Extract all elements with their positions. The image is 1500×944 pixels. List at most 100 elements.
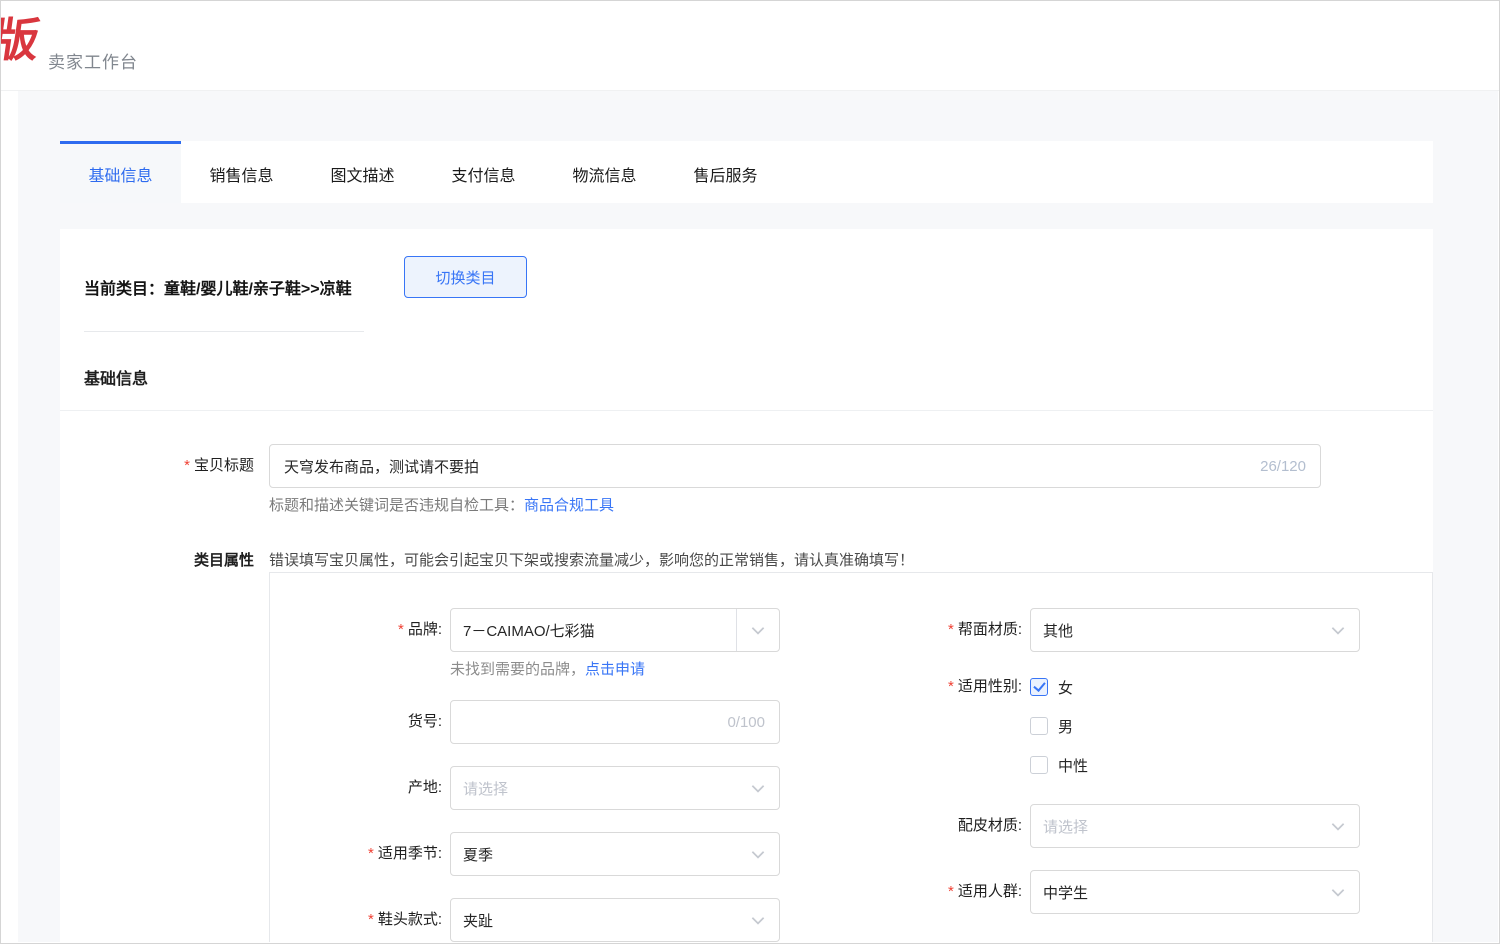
chevron-down-icon xyxy=(749,779,767,797)
origin-field: 产地: 请选择 xyxy=(270,766,790,810)
tab-basic-info[interactable]: 基础信息 xyxy=(60,141,181,203)
tab-sales-info[interactable]: 销售信息 xyxy=(181,141,302,203)
item-no-counter: 0/100 xyxy=(727,714,765,731)
brand-helper-line: 未找到需要的品牌，点击申请 xyxy=(450,660,790,680)
gender-option-label: 中性 xyxy=(1058,755,1088,776)
compliance-tool-link[interactable]: 商品合规工具 xyxy=(524,497,614,514)
target-group-select-value: 中学生 xyxy=(1043,882,1317,903)
chevron-down-icon xyxy=(1329,883,1347,901)
tab-logistics-info[interactable]: 物流信息 xyxy=(544,141,665,203)
workbench-title: 卖家工作台 xyxy=(48,48,138,73)
toe-style-select-value: 夹趾 xyxy=(463,910,737,931)
required-marker: * xyxy=(368,911,374,928)
leather-material-select[interactable]: 请选择 xyxy=(1030,804,1360,848)
chevron-down-icon xyxy=(1329,817,1347,835)
leather-material-label: 配皮材质: xyxy=(850,804,1022,848)
site-logo: 版 xyxy=(1,1,43,91)
toe-style-label-text: 鞋头款式: xyxy=(378,911,442,928)
tab-payment-info[interactable]: 支付信息 xyxy=(423,141,544,203)
checkbox-icon[interactable] xyxy=(1030,678,1048,696)
title-input[interactable]: 天穹发布商品，测试请不要拍 26/120 xyxy=(269,444,1321,488)
switch-category-button[interactable]: 切换类目 xyxy=(404,256,527,298)
season-select[interactable]: 夏季 xyxy=(450,832,780,876)
season-label-text: 适用季节: xyxy=(378,845,442,862)
required-marker: * xyxy=(184,457,190,474)
title-char-counter: 26/120 xyxy=(1260,458,1306,475)
title-label-text: 宝贝标题 xyxy=(194,457,254,474)
toe-style-select[interactable]: 夹趾 xyxy=(450,898,780,942)
required-marker: * xyxy=(948,678,954,695)
brand-label-text: 品牌: xyxy=(408,621,442,638)
title-input-value: 天穹发布商品，测试请不要拍 xyxy=(284,456,1250,477)
current-category-label: 当前类目：童鞋/婴儿鞋/亲子鞋>>凉鞋 xyxy=(84,279,352,301)
upper-material-field: *帮面材质: 其他 xyxy=(850,608,1370,652)
target-group-select[interactable]: 中学生 xyxy=(1030,870,1360,914)
tab-description[interactable]: 图文描述 xyxy=(302,141,423,203)
gender-field: *适用性别: 女 xyxy=(850,674,1370,778)
brand-select-arrow-zone[interactable] xyxy=(736,609,779,651)
required-marker: * xyxy=(948,621,954,638)
target-group-field: *适用人群: 中学生 xyxy=(850,870,1370,914)
title-field-label: *宝贝标题 xyxy=(84,444,254,516)
required-marker: * xyxy=(398,621,404,638)
chevron-down-icon xyxy=(1329,621,1347,639)
gender-option-label: 女 xyxy=(1058,677,1073,698)
item-no-label: 货号: xyxy=(270,700,442,744)
brand-field: *品牌: 7－CAIMAO/七彩猫 xyxy=(270,608,790,652)
attributes-box: *品牌: 7－CAIMAO/七彩猫 xyxy=(269,572,1433,942)
title-field-row: *宝贝标题 天穹发布商品，测试请不要拍 26/120 标题和描述关键词是否违规自… xyxy=(84,444,1433,516)
gender-checkbox-group: 女 男 中性 xyxy=(1030,674,1088,778)
attributes-warning: 错误填写宝贝属性，可能会引起宝贝下架或搜索流量减少，影响您的正常销售，请认真准确… xyxy=(269,550,1433,572)
basic-info-form: *宝贝标题 天穹发布商品，测试请不要拍 26/120 标题和描述关键词是否违规自… xyxy=(60,444,1433,942)
gender-checkbox-male[interactable]: 男 xyxy=(1030,713,1088,739)
item-no-field: 货号: 0/100 xyxy=(270,700,790,744)
upper-material-select-value: 其他 xyxy=(1043,620,1317,641)
brand-apply-link[interactable]: 点击申请 xyxy=(585,661,645,678)
chevron-down-icon xyxy=(749,845,767,863)
upper-material-label: *帮面材质: xyxy=(850,608,1022,652)
required-marker: * xyxy=(948,883,954,900)
season-field: *适用季节: 夏季 xyxy=(270,832,790,876)
upper-material-select[interactable]: 其他 xyxy=(1030,608,1360,652)
gender-checkbox-female[interactable]: 女 xyxy=(1030,674,1088,700)
chevron-down-icon xyxy=(749,911,767,929)
attributes-label: 类目属性 xyxy=(84,550,254,942)
brand-select[interactable]: 7－CAIMAO/七彩猫 xyxy=(450,608,780,652)
attributes-left-column: *品牌: 7－CAIMAO/七彩猫 xyxy=(270,608,790,942)
origin-select-placeholder: 请选择 xyxy=(463,778,737,799)
checkbox-icon[interactable] xyxy=(1030,756,1048,774)
compliance-helper-line: 标题和描述关键词是否违规自检工具：商品合规工具 xyxy=(269,496,1321,516)
item-no-input[interactable]: 0/100 xyxy=(450,700,780,744)
seller-workbench-page: 版 卖家工作台 基础信息 销售信息 图文描述 支付信息 物流信息 售后服务 当前… xyxy=(0,0,1500,944)
season-select-value: 夏季 xyxy=(463,844,737,865)
toe-style-field: *鞋头款式: 夹趾 xyxy=(270,898,790,942)
attributes-row: 类目属性 错误填写宝贝属性，可能会引起宝贝下架或搜索流量减少，影响您的正常销售，… xyxy=(84,550,1433,942)
gender-label-text: 适用性别: xyxy=(958,678,1022,695)
tab-bar: 基础信息 销售信息 图文描述 支付信息 物流信息 售后服务 xyxy=(60,141,1433,203)
gender-label: *适用性别: xyxy=(850,674,1022,778)
brand-helper-text: 未找到需要的品牌， xyxy=(450,661,585,678)
origin-select[interactable]: 请选择 xyxy=(450,766,780,810)
title-field-control: 天穹发布商品，测试请不要拍 26/120 标题和描述关键词是否违规自检工具：商品… xyxy=(269,444,1321,516)
chevron-down-icon xyxy=(749,621,767,639)
brand-label: *品牌: xyxy=(270,608,442,652)
divider xyxy=(84,331,364,332)
target-group-label-text: 适用人群: xyxy=(958,883,1022,900)
tab-after-sales[interactable]: 售后服务 xyxy=(665,141,786,203)
origin-label: 产地: xyxy=(270,766,442,810)
upper-material-label-text: 帮面材质: xyxy=(958,621,1022,638)
attributes-right-column: *帮面材质: 其他 xyxy=(850,608,1370,936)
gender-option-label: 男 xyxy=(1058,716,1073,737)
target-group-label: *适用人群: xyxy=(850,870,1022,914)
toe-style-label: *鞋头款式: xyxy=(270,898,442,942)
checkbox-icon[interactable] xyxy=(1030,717,1048,735)
gender-checkbox-neutral[interactable]: 中性 xyxy=(1030,752,1088,778)
main-column: 基础信息 销售信息 图文描述 支付信息 物流信息 售后服务 当前类目：童鞋/婴儿… xyxy=(60,141,1433,942)
section-title: 基础信息 xyxy=(60,332,1433,411)
brand-select-value: 7－CAIMAO/七彩猫 xyxy=(463,620,736,641)
leather-material-field: 配皮材质: 请选择 xyxy=(850,804,1370,848)
required-marker: * xyxy=(368,845,374,862)
compliance-helper-text: 标题和描述关键词是否违规自检工具： xyxy=(269,497,524,514)
page-content: 基础信息 销售信息 图文描述 支付信息 物流信息 售后服务 当前类目：童鞋/婴儿… xyxy=(18,91,1498,942)
leather-material-placeholder: 请选择 xyxy=(1043,816,1317,837)
